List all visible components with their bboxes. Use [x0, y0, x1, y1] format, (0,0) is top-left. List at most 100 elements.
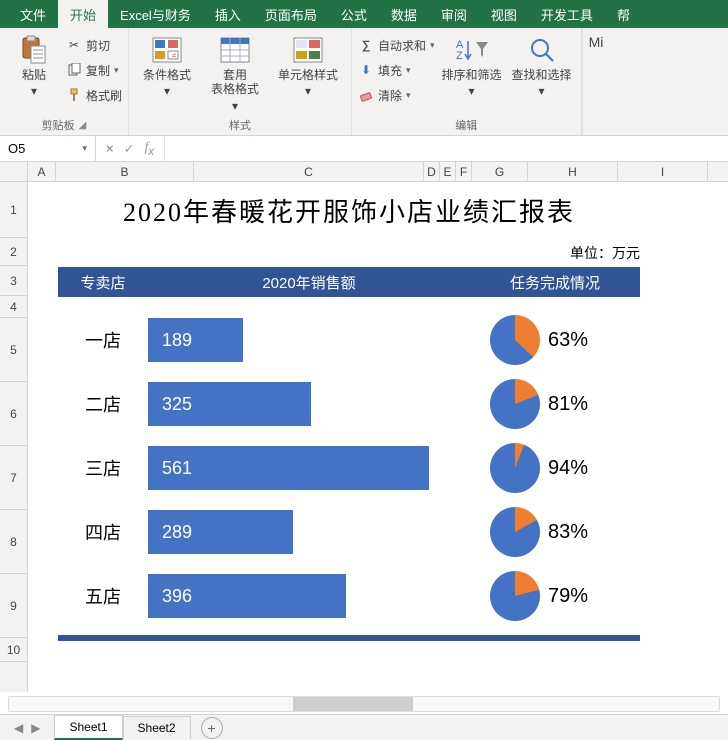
- chevron-down-icon: ▾: [406, 90, 411, 101]
- row-header[interactable]: 7: [0, 446, 27, 510]
- cancel-formula-icon[interactable]: ×: [106, 141, 114, 156]
- tab-excelfin[interactable]: Excel与财务: [108, 0, 203, 28]
- tab-view[interactable]: 视图: [479, 0, 529, 28]
- completion-pie: [490, 379, 540, 429]
- cut-label: 剪切: [86, 37, 110, 54]
- svg-text:Z: Z: [456, 50, 463, 62]
- tablefmt-label: 套用 表格格式: [211, 68, 259, 97]
- tab-help[interactable]: 帮: [605, 0, 642, 28]
- fx-icon[interactable]: fx: [145, 140, 155, 158]
- tab-insert[interactable]: 插入: [203, 0, 253, 28]
- svg-text:≠: ≠: [172, 51, 177, 60]
- sheet-tab-2[interactable]: Sheet2: [123, 716, 191, 739]
- tab-home[interactable]: 开始: [58, 0, 108, 28]
- tablefmt-icon: [219, 34, 251, 66]
- tab-dev[interactable]: 开发工具: [529, 0, 605, 28]
- paste-button[interactable]: 粘贴 ▾: [6, 34, 62, 98]
- paste-label: 粘贴: [22, 68, 46, 82]
- cut-button[interactable]: ✂ 剪切: [66, 34, 122, 56]
- fill-down-icon: ⬇: [358, 62, 374, 78]
- condfmt-icon: ≠: [151, 34, 183, 66]
- fmtpainter-label: 格式刷: [86, 87, 122, 104]
- accept-formula-icon[interactable]: ✓: [124, 141, 135, 157]
- row-header[interactable]: 9: [0, 574, 27, 638]
- sheet-nav-prev-icon[interactable]: ◀: [14, 721, 23, 735]
- completion-pct: 81%: [548, 393, 588, 416]
- eraser-icon: [358, 87, 374, 103]
- completion-pct: 63%: [548, 329, 588, 352]
- report-footer-bar: [58, 635, 640, 641]
- sheet-nav-next-icon[interactable]: ▶: [31, 721, 40, 735]
- hdr-completion: 任务完成情况: [470, 272, 640, 293]
- completion-pct: 83%: [548, 521, 588, 544]
- select-all-corner[interactable]: [0, 162, 28, 181]
- table-row: 二店32581%: [58, 379, 640, 429]
- add-sheet-button[interactable]: +: [201, 717, 223, 739]
- copy-button[interactable]: 复制 ▾: [66, 59, 122, 81]
- store-name: 一店: [58, 327, 148, 353]
- column-header[interactable]: E: [440, 162, 456, 181]
- fill-button[interactable]: ⬇ 填充 ▾: [358, 59, 435, 81]
- sort-filter-button[interactable]: AZ 排序和筛选 ▾: [439, 34, 505, 98]
- autosum-label: 自动求和: [378, 37, 426, 54]
- autosum-button[interactable]: ∑ 自动求和 ▾: [358, 34, 435, 56]
- name-box-value: O5: [8, 141, 25, 156]
- column-header[interactable]: I: [618, 162, 708, 181]
- column-header[interactable]: D: [424, 162, 440, 181]
- cellstyle-label: 单元格样式: [278, 68, 338, 82]
- tab-data[interactable]: 数据: [379, 0, 429, 28]
- name-box[interactable]: O5 ▾: [0, 136, 96, 161]
- row-header[interactable]: 3: [0, 266, 27, 296]
- worksheet-grid: ABCDEFGHI 12345678910 2020年春暖花开服饰小店业绩汇报表…: [0, 162, 728, 692]
- tab-layout[interactable]: 页面布局: [253, 0, 329, 28]
- column-header[interactable]: G: [472, 162, 528, 181]
- tab-formulas[interactable]: 公式: [329, 0, 379, 28]
- row-header[interactable]: 4: [0, 296, 27, 318]
- column-header[interactable]: F: [456, 162, 472, 181]
- row-header[interactable]: 6: [0, 382, 27, 446]
- sortfilter-label: 排序和筛选: [442, 68, 502, 82]
- sales-bar: 396: [148, 574, 346, 618]
- column-header[interactable]: H: [528, 162, 618, 181]
- row-header[interactable]: 2: [0, 238, 27, 266]
- table-format-button[interactable]: 套用 表格格式 ▾: [203, 34, 267, 113]
- row-header[interactable]: 1: [0, 182, 27, 238]
- column-header[interactable]: B: [56, 162, 194, 181]
- search-icon: [526, 34, 558, 66]
- chevron-down-icon: ▾: [232, 99, 238, 113]
- report-unit: 单位：万元: [58, 243, 640, 267]
- group-label-clipboard: 剪贴板: [42, 117, 75, 133]
- horizontal-scrollbar[interactable]: [8, 696, 720, 714]
- cells-area[interactable]: 2020年春暖花开服饰小店业绩汇报表 单位：万元 专卖店 2020年销售额 任务…: [28, 182, 728, 692]
- column-header[interactable]: C: [194, 162, 424, 181]
- find-select-button[interactable]: 查找和选择 ▾: [509, 34, 575, 98]
- conditional-format-button[interactable]: ≠ 条件格式 ▾: [135, 34, 199, 98]
- sigma-icon: ∑: [358, 37, 374, 53]
- chevron-down-icon: ▾: [114, 65, 119, 76]
- completion-pct: 94%: [548, 457, 588, 480]
- report-title: 2020年春暖花开服饰小店业绩汇报表: [58, 182, 640, 243]
- tab-review[interactable]: 审阅: [429, 0, 479, 28]
- formula-bar: O5 ▾ × ✓ fx: [0, 136, 728, 162]
- row-header[interactable]: 5: [0, 318, 27, 382]
- row-header[interactable]: 10: [0, 638, 27, 662]
- row-header[interactable]: 8: [0, 510, 27, 574]
- clear-button[interactable]: 清除 ▾: [358, 84, 435, 106]
- chevron-down-icon: ▾: [469, 84, 475, 98]
- cell-styles-button[interactable]: 单元格样式 ▾: [271, 34, 345, 98]
- cellstyle-icon: [292, 34, 324, 66]
- completion-pie: [490, 507, 540, 557]
- chevron-down-icon: ▾: [305, 84, 311, 98]
- ribbon-group-clipboard: 粘贴 ▾ ✂ 剪切 复制 ▾: [0, 28, 129, 135]
- sheet-tab-1[interactable]: Sheet1: [54, 715, 122, 740]
- format-painter-button[interactable]: 格式刷: [66, 84, 122, 106]
- column-header[interactable]: A: [28, 162, 56, 181]
- chevron-down-icon: ▾: [82, 143, 87, 154]
- tab-file[interactable]: 文件: [8, 0, 58, 28]
- sales-bar: 289: [148, 510, 293, 554]
- condfmt-label: 条件格式: [143, 68, 191, 82]
- table-row: 一店18963%: [58, 315, 640, 365]
- store-name: 三店: [58, 455, 148, 481]
- dialog-launcher-icon[interactable]: ◢: [79, 120, 87, 131]
- completion-pie: [490, 443, 540, 493]
